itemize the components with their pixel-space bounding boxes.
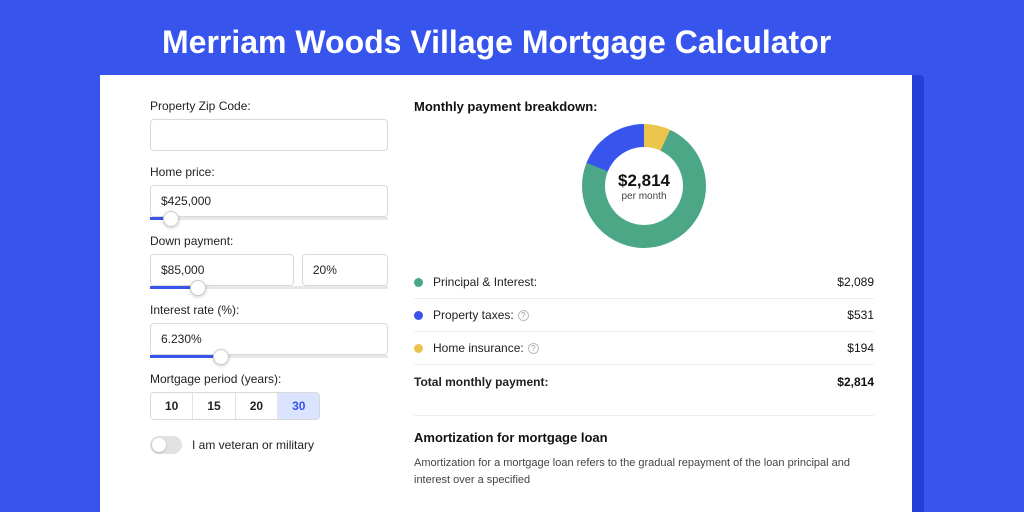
donut-subtext: per month bbox=[621, 191, 666, 202]
interest-field-block: Interest rate (%): bbox=[150, 303, 388, 358]
period-field-block: Mortgage period (years): 10152030 bbox=[150, 372, 388, 420]
down-payment-slider-thumb[interactable] bbox=[190, 280, 206, 296]
legend-value: $194 bbox=[847, 341, 874, 355]
legend-dot bbox=[414, 311, 423, 320]
home-price-input[interactable] bbox=[150, 185, 388, 217]
calculator-card: Property Zip Code: Home price: Down paym… bbox=[100, 75, 912, 512]
legend-label: Home insurance: ? bbox=[433, 341, 847, 355]
page-title: Merriam Woods Village Mortgage Calculato… bbox=[0, 0, 1024, 75]
interest-slider[interactable] bbox=[150, 355, 388, 358]
total-value: $2,814 bbox=[837, 375, 874, 389]
total-row: Total monthly payment: $2,814 bbox=[414, 365, 874, 399]
period-button-10[interactable]: 10 bbox=[151, 393, 193, 419]
info-icon[interactable]: ? bbox=[518, 310, 529, 321]
legend-value: $531 bbox=[847, 308, 874, 322]
donut-amount: $2,814 bbox=[618, 171, 670, 191]
donut-chart: $2,814 per month bbox=[582, 124, 706, 248]
period-button-30[interactable]: 30 bbox=[278, 393, 319, 419]
period-label: Mortgage period (years): bbox=[150, 372, 388, 386]
period-button-group: 10152030 bbox=[150, 392, 320, 420]
zip-input[interactable] bbox=[150, 119, 388, 151]
interest-input[interactable] bbox=[150, 323, 388, 355]
legend-dot bbox=[414, 344, 423, 353]
down-payment-amount-input[interactable] bbox=[150, 254, 294, 286]
inputs-column: Property Zip Code: Home price: Down paym… bbox=[150, 99, 388, 512]
down-payment-label: Down payment: bbox=[150, 234, 388, 248]
donut-center: $2,814 per month bbox=[605, 147, 683, 225]
legend-dot bbox=[414, 278, 423, 287]
period-button-15[interactable]: 15 bbox=[193, 393, 235, 419]
zip-field-block: Property Zip Code: bbox=[150, 99, 388, 151]
home-price-slider[interactable] bbox=[150, 217, 388, 220]
down-payment-field-block: Down payment: bbox=[150, 234, 388, 289]
legend-row: Property taxes: ?$531 bbox=[414, 299, 874, 332]
interest-slider-fill bbox=[150, 355, 221, 358]
legend-row: Principal & Interest:$2,089 bbox=[414, 266, 874, 299]
veteran-toggle-row: I am veteran or military bbox=[150, 436, 388, 454]
amortization-text: Amortization for a mortgage loan refers … bbox=[414, 455, 874, 488]
down-payment-slider[interactable] bbox=[150, 286, 388, 289]
legend-label: Property taxes: ? bbox=[433, 308, 847, 322]
period-button-20[interactable]: 20 bbox=[236, 393, 278, 419]
legend-list: Principal & Interest:$2,089Property taxe… bbox=[414, 266, 874, 365]
home-price-field-block: Home price: bbox=[150, 165, 388, 220]
legend-label: Principal & Interest: bbox=[433, 275, 837, 289]
legend-row: Home insurance: ?$194 bbox=[414, 332, 874, 365]
down-payment-percent-input[interactable] bbox=[302, 254, 388, 286]
total-label: Total monthly payment: bbox=[414, 375, 837, 389]
donut-chart-wrap: $2,814 per month bbox=[414, 124, 874, 248]
home-price-label: Home price: bbox=[150, 165, 388, 179]
info-icon[interactable]: ? bbox=[528, 343, 539, 354]
home-price-slider-thumb[interactable] bbox=[163, 211, 179, 227]
card-shadow-wrap: Property Zip Code: Home price: Down paym… bbox=[100, 75, 924, 512]
interest-slider-thumb[interactable] bbox=[213, 349, 229, 365]
zip-label: Property Zip Code: bbox=[150, 99, 388, 113]
amortization-heading: Amortization for mortgage loan bbox=[414, 430, 874, 445]
veteran-toggle[interactable] bbox=[150, 436, 182, 454]
interest-label: Interest rate (%): bbox=[150, 303, 388, 317]
legend-value: $2,089 bbox=[837, 275, 874, 289]
breakdown-heading: Monthly payment breakdown: bbox=[414, 99, 874, 114]
amortization-block: Amortization for mortgage loan Amortizat… bbox=[414, 415, 874, 488]
veteran-label: I am veteran or military bbox=[192, 438, 314, 452]
results-column: Monthly payment breakdown: $2,814 per mo… bbox=[414, 99, 874, 512]
